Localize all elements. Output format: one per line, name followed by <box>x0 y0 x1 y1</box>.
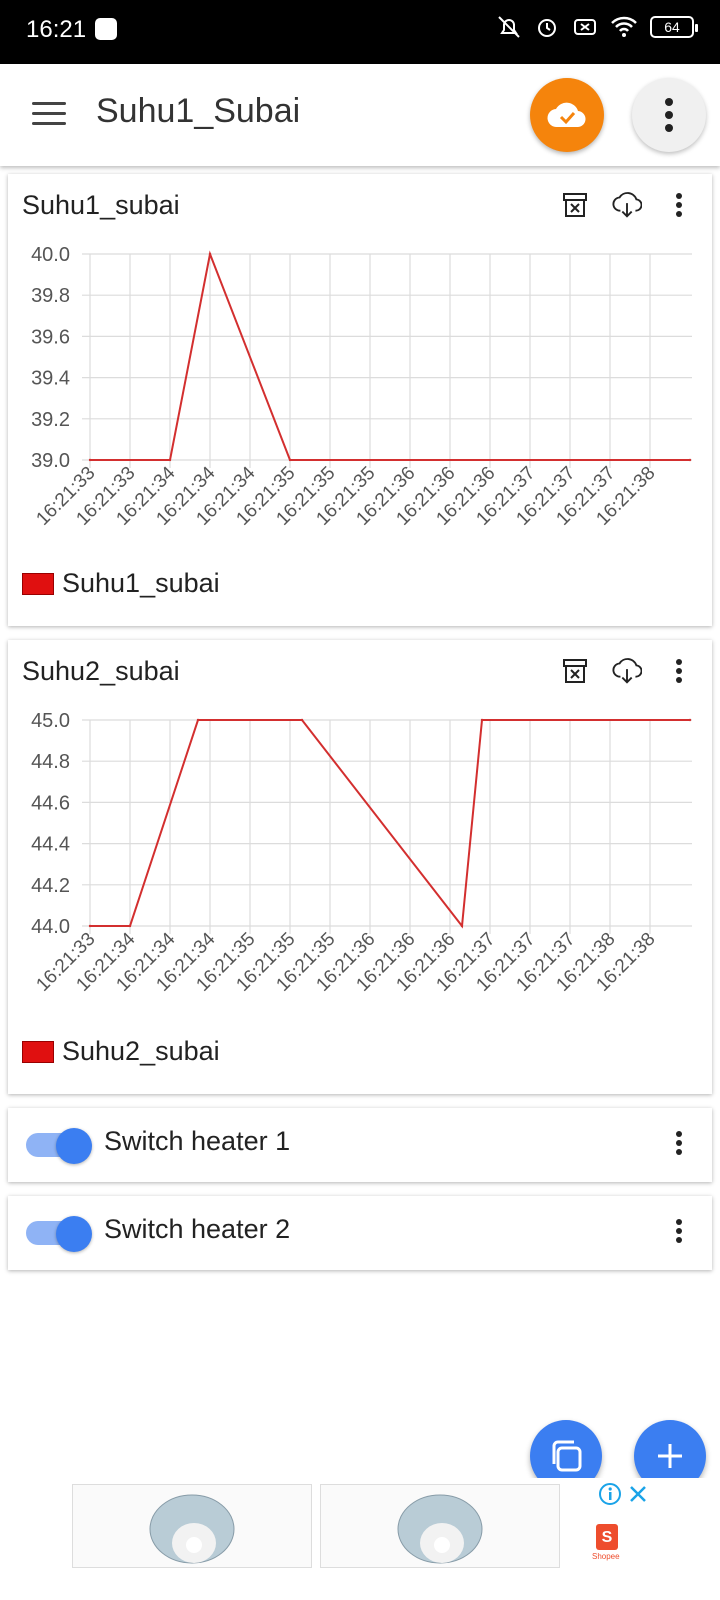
chart-legend: Suhu2_subai <box>22 1036 220 1067</box>
clear-data-icon[interactable] <box>560 190 590 220</box>
more-vert-icon <box>665 98 673 132</box>
data-point <box>300 718 304 722</box>
cloud-download-icon[interactable] <box>612 190 642 220</box>
y-tick-label: 44.0 <box>31 916 70 938</box>
cloud-download-icon[interactable] <box>612 656 642 686</box>
data-point <box>88 458 92 462</box>
alarm-icon <box>538 19 556 37</box>
overflow-menu-button[interactable] <box>632 78 706 152</box>
y-tick-label: 39.0 <box>31 450 70 472</box>
data-point <box>128 924 132 928</box>
status-icons: 64 <box>496 14 698 40</box>
y-tick-label: 39.8 <box>31 285 70 307</box>
y-tick-label: 44.6 <box>31 792 70 814</box>
copy-icon <box>552 1440 582 1472</box>
series-line <box>90 719 690 929</box>
y-tick-label: 39.2 <box>31 409 70 431</box>
line-chart-suhu2: 45.044.844.644.444.244.016:21:3316:21:34… <box>31 710 692 996</box>
legend-swatch <box>22 1040 54 1063</box>
chart-legend: Suhu1_subai <box>22 568 220 599</box>
data-point <box>688 718 692 722</box>
chart-card-suhu2: 45.0 44.8 44.6 44.4 44.2 44.0 16:21:33 16:21:34… <box>8 640 712 1094</box>
legend-label: Suhu2_subai <box>62 1036 220 1066</box>
legend-swatch <box>22 572 54 595</box>
plus-icon <box>658 1444 682 1468</box>
data-point <box>208 252 212 256</box>
data-point <box>480 718 484 722</box>
data-point <box>88 924 92 928</box>
chart-title: Suhu2_subai <box>22 656 180 686</box>
y-tick-label: 39.4 <box>31 368 70 390</box>
y-tick-label: 44.8 <box>31 751 70 773</box>
y-tick-label: 44.4 <box>31 834 70 856</box>
page-title: Suhu1_Subai <box>96 92 301 130</box>
ad-info-icon[interactable] <box>598 1482 622 1506</box>
ad-close-icon[interactable] <box>628 1484 648 1504</box>
clear-data-icon[interactable] <box>560 656 590 686</box>
switch-card-heater-1: Switch heater 1 <box>8 1108 712 1182</box>
chart-card-suhu1: 40.0 39.8 39.6 39.4 39.2 39.0 16:21:33 16:21:33… <box>8 174 712 626</box>
hamburger-menu-icon[interactable] <box>32 100 68 130</box>
y-tick-label: 40.0 <box>31 244 70 266</box>
y-tick-label: 39.6 <box>31 326 70 348</box>
more-vert-icon[interactable] <box>664 656 694 686</box>
y-tick-label: 45.0 <box>31 710 70 732</box>
ad-sponsor-label: Shopee <box>592 1552 620 1561</box>
data-point <box>288 458 292 462</box>
status-bar: 16:21 64 <box>0 0 720 64</box>
ad-product-image[interactable] <box>320 1484 560 1568</box>
switch-label: Switch heater 1 <box>104 1126 291 1156</box>
heater-2-toggle[interactable] <box>26 1216 92 1252</box>
series-line <box>90 250 690 461</box>
data-off-icon <box>574 19 596 35</box>
more-vert-icon[interactable] <box>664 190 694 220</box>
data-point <box>688 458 692 462</box>
notification-app-icon <box>95 18 117 40</box>
more-vert-icon[interactable] <box>664 1128 694 1158</box>
shopee-logo-icon: S <box>596 1524 618 1550</box>
switch-label: Switch heater 2 <box>104 1214 291 1244</box>
ad-banner[interactable]: S Shopee <box>0 1478 720 1600</box>
ad-product-image[interactable] <box>72 1484 312 1568</box>
battery-icon: 64 <box>650 16 698 38</box>
line-chart-suhu1: 40.039.839.639.439.239.016:21:3316:21:33… <box>31 244 692 530</box>
heater-1-toggle[interactable] <box>26 1128 92 1164</box>
more-vert-icon[interactable] <box>664 1216 694 1246</box>
bell-off-icon <box>498 16 520 38</box>
cloud-sync-button[interactable] <box>530 78 604 152</box>
wifi-icon <box>611 16 637 37</box>
cloud-check-icon <box>547 102 586 128</box>
status-time: 16:21 <box>26 16 87 43</box>
chart-title: Suhu1_subai <box>22 190 180 220</box>
data-point <box>460 924 464 928</box>
data-point <box>196 718 200 722</box>
data-point <box>168 458 172 462</box>
app-bar: Suhu1_Subai <box>0 64 720 166</box>
legend-label: Suhu1_subai <box>62 568 220 598</box>
battery-level: 64 <box>664 19 680 35</box>
switch-card-heater-2: Switch heater 2 <box>8 1196 712 1270</box>
y-tick-label: 44.2 <box>31 875 70 897</box>
